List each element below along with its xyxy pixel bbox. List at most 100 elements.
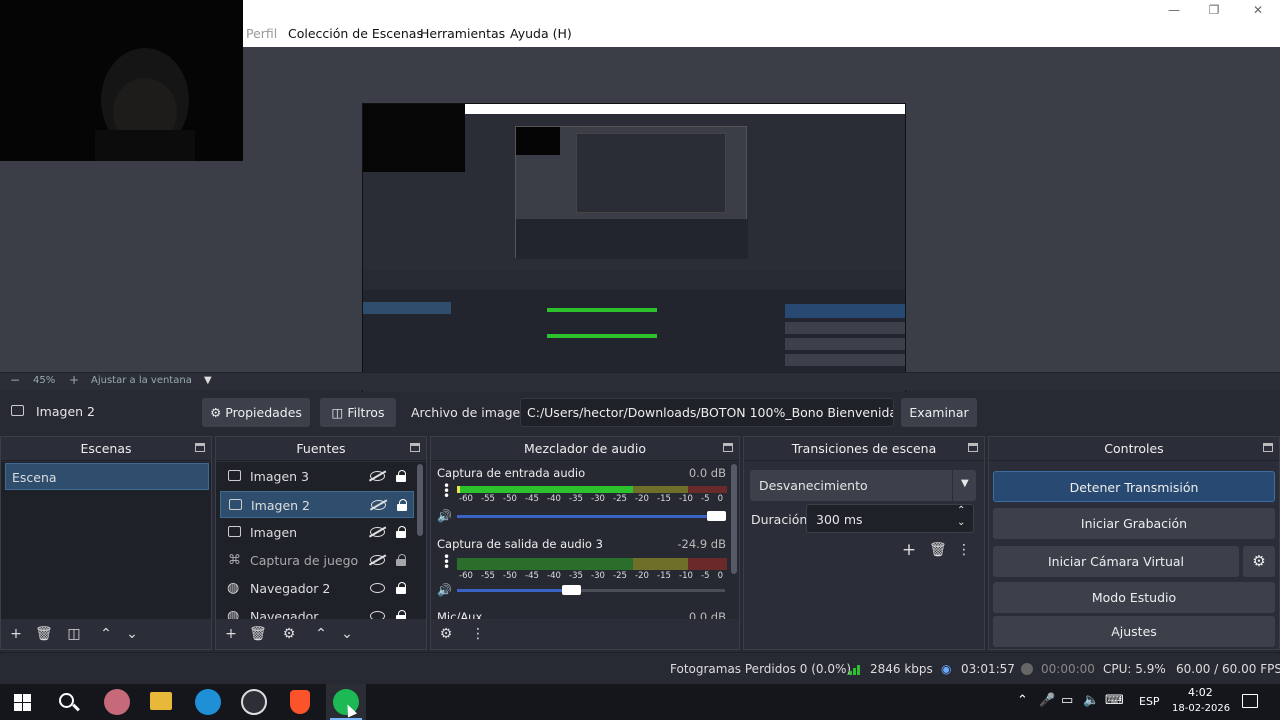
transition-menu-icon[interactable]: ⋮ bbox=[956, 542, 972, 558]
clock-time[interactable]: 4:02 bbox=[1188, 686, 1213, 699]
scene-filters-icon[interactable]: ◫ bbox=[66, 626, 82, 642]
scenes-dock: Escenas Escena + 🗑 ◫ ⌃ ⌄ bbox=[0, 436, 212, 650]
filters-label: Filtros bbox=[347, 405, 385, 420]
menu-tools[interactable]: Herramientas bbox=[420, 26, 505, 41]
zoom-dropdown-icon[interactable]: ▼ bbox=[204, 375, 212, 386]
zoom-in-button[interactable]: + bbox=[69, 373, 79, 387]
remove-scene-icon[interactable]: 🗑 bbox=[35, 626, 53, 642]
remove-source-icon[interactable]: 🗑 bbox=[249, 626, 267, 642]
sources-scrollbar[interactable] bbox=[417, 464, 423, 536]
visibility-on-icon[interactable] bbox=[370, 583, 385, 593]
zoom-fit-button[interactable]: Ajustar a la ventana bbox=[91, 375, 192, 386]
source-item[interactable]: ⌘ Captura de juego bbox=[220, 547, 414, 574]
edge-icon[interactable] bbox=[195, 689, 221, 715]
source-item-selected[interactable]: Imagen 2 bbox=[220, 491, 414, 518]
menu-profile[interactable]: Perfil bbox=[246, 26, 277, 41]
image-source-icon bbox=[11, 405, 24, 416]
minimize-icon[interactable]: — bbox=[1160, 2, 1188, 18]
remove-transition-icon[interactable]: 🗑 bbox=[929, 542, 947, 558]
lock-icon[interactable] bbox=[396, 526, 406, 538]
keyboard-icon[interactable]: ⌨ bbox=[1105, 693, 1124, 708]
lock-icon[interactable] bbox=[396, 554, 406, 566]
add-source-icon[interactable]: + bbox=[223, 626, 239, 642]
move-down-icon[interactable]: ⌄ bbox=[339, 626, 355, 642]
source-item[interactable]: Imagen 3 bbox=[220, 463, 414, 490]
menu-scene-collection[interactable]: Colección de Escenas bbox=[288, 26, 423, 41]
mixer-channels: Captura de entrada audio 0.0 dB • • • -60 … bbox=[431, 462, 739, 620]
stop-stream-button[interactable]: Detener Transmisión bbox=[993, 471, 1275, 502]
network-icon[interactable]: ▭ bbox=[1061, 693, 1073, 708]
channel-name: Captura de salida de audio 3 bbox=[437, 537, 603, 551]
properties-button[interactable]: ⚙ Propiedades bbox=[202, 398, 310, 427]
visibility-off-icon[interactable] bbox=[370, 471, 385, 481]
start-recording-button[interactable]: Iniciar Grabación bbox=[993, 508, 1275, 539]
visibility-off-icon[interactable] bbox=[371, 500, 386, 510]
volume-slider[interactable] bbox=[457, 515, 725, 518]
virtual-camera-gear-icon[interactable]: ⚙ bbox=[1243, 546, 1275, 577]
volume-icon[interactable]: 🔈 bbox=[1083, 693, 1099, 708]
lock-icon[interactable] bbox=[396, 582, 406, 594]
volume-knob[interactable] bbox=[707, 511, 726, 521]
speaker-icon[interactable]: 🔊 bbox=[437, 510, 452, 522]
source-properties-icon[interactable]: ⚙ bbox=[281, 626, 297, 642]
scene-item[interactable]: Escena bbox=[5, 463, 209, 490]
transition-select[interactable]: Desvanecimiento ▼ bbox=[750, 470, 976, 501]
move-up-icon[interactable]: ⌃ bbox=[313, 626, 329, 642]
microphone-icon[interactable]: 🎤 bbox=[1039, 693, 1055, 708]
volume-knob[interactable] bbox=[562, 585, 581, 595]
file-path-field[interactable]: C:/Users/hector/Downloads/BOTON 100%_Bon… bbox=[520, 398, 894, 427]
file-explorer-icon[interactable] bbox=[150, 692, 172, 710]
controls-title: Controles bbox=[989, 437, 1279, 461]
mixer-scrollbar[interactable] bbox=[731, 464, 737, 574]
brave-icon[interactable] bbox=[290, 690, 310, 714]
mixer-menu-icon[interactable]: ⋮ bbox=[470, 626, 486, 642]
tray-chevron-icon[interactable]: ⌃ bbox=[1017, 693, 1028, 708]
windows-start-icon[interactable] bbox=[14, 694, 31, 711]
start-virtual-camera-button[interactable]: Iniciar Cámara Virtual bbox=[993, 546, 1239, 577]
float-dock-icon[interactable] bbox=[723, 443, 733, 452]
scenes-list: Escena bbox=[1, 462, 211, 620]
move-up-icon[interactable]: ⌃ bbox=[98, 626, 114, 642]
lock-icon[interactable] bbox=[397, 499, 407, 511]
visibility-off-icon[interactable] bbox=[370, 555, 385, 565]
studio-mode-button[interactable]: Modo Estudio bbox=[993, 582, 1275, 613]
spin-up-icon[interactable]: ⌃ bbox=[957, 505, 965, 516]
float-dock-icon[interactable] bbox=[968, 443, 978, 452]
close-icon[interactable]: ✕ bbox=[1244, 2, 1272, 18]
channel-menu-icon[interactable]: • • • bbox=[443, 480, 450, 502]
visibility-off-icon[interactable] bbox=[370, 527, 385, 537]
speaker-icon[interactable]: 🔊 bbox=[437, 584, 452, 596]
source-item[interactable]: ◍ Navegador bbox=[220, 603, 414, 620]
menu-help[interactable]: Ayuda (H) bbox=[510, 26, 572, 41]
float-dock-icon[interactable] bbox=[1263, 443, 1273, 452]
obs-icon[interactable] bbox=[241, 689, 267, 715]
move-down-icon[interactable]: ⌄ bbox=[124, 626, 140, 642]
language-indicator[interactable]: ESP bbox=[1139, 695, 1160, 708]
app-icon[interactable] bbox=[104, 689, 130, 715]
preview-contextbar-thumb bbox=[363, 270, 905, 290]
volume-slider[interactable] bbox=[457, 589, 571, 592]
spin-down-icon[interactable]: ⌄ bbox=[957, 517, 965, 528]
add-scene-icon[interactable]: + bbox=[8, 626, 24, 642]
selected-source-name: Imagen 2 bbox=[36, 404, 95, 419]
float-dock-icon[interactable] bbox=[410, 443, 420, 452]
source-item[interactable]: ◍ Navegador 2 bbox=[220, 575, 414, 602]
transitions-title: Transiciones de escena bbox=[744, 437, 984, 461]
channel-menu-icon[interactable]: • • • bbox=[443, 551, 450, 573]
notifications-icon[interactable] bbox=[1242, 694, 1258, 708]
settings-button[interactable]: Ajustes bbox=[993, 616, 1275, 647]
filters-button[interactable]: ◫ Filtros bbox=[320, 398, 396, 427]
channel-meter bbox=[457, 486, 727, 493]
float-dock-icon[interactable] bbox=[195, 443, 205, 452]
restore-icon[interactable]: ❐ bbox=[1200, 2, 1228, 18]
clock-date[interactable]: 18-02-2026 bbox=[1172, 703, 1230, 714]
channel-name: Captura de entrada audio bbox=[437, 466, 586, 480]
lock-icon[interactable] bbox=[396, 470, 406, 482]
browse-button[interactable]: Examinar bbox=[901, 398, 977, 427]
preview-canvas[interactable] bbox=[362, 103, 906, 411]
duration-input[interactable]: 300 ms ⌃ ⌄ bbox=[806, 504, 974, 533]
advanced-audio-gear-icon[interactable]: ⚙ bbox=[438, 626, 454, 642]
source-item[interactable]: Imagen bbox=[220, 519, 414, 546]
add-transition-icon[interactable]: + bbox=[901, 542, 917, 559]
zoom-out-button[interactable]: − bbox=[10, 373, 20, 387]
